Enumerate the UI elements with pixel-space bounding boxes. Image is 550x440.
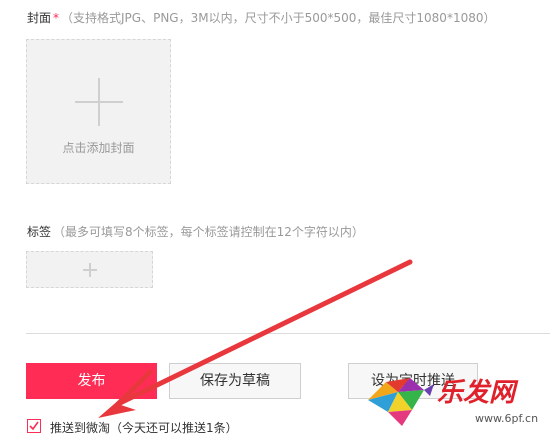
cover-upload-box[interactable]: 点击添加封面 (26, 39, 171, 184)
push-to-weitao-checkbox[interactable] (27, 419, 41, 433)
divider (26, 333, 550, 334)
cover-upload-caption: 点击添加封面 (62, 141, 135, 155)
save-draft-button[interactable]: 保存为草稿 (169, 363, 301, 399)
required-mark: * (53, 11, 60, 25)
add-tag-button[interactable] (26, 251, 153, 288)
tags-label-row: 标签 （最多可填写8个标签，每个标签请控制在12个字符以内） (27, 223, 364, 240)
bull-logo-icon (368, 378, 434, 426)
push-to-weitao-label: 推送到微淘（今天还可以推送1条） (50, 421, 238, 435)
plus-icon (83, 263, 97, 277)
tags-label: 标签 (27, 225, 52, 239)
cover-label: 封面 (27, 11, 52, 25)
watermark-logo: 乐发网 www.6pf.cn (358, 366, 546, 438)
watermark-brand: 乐发网 (437, 378, 516, 408)
tags-hint: （最多可填写8个标签，每个标签请控制在12个字符以内） (53, 225, 364, 239)
cover-label-row: 封面 * （支持格式JPG、PNG，3M以内，尺寸不小于500*500，最佳尺寸10… (27, 9, 495, 26)
watermark-site: www.6pf.cn (475, 412, 539, 425)
publish-button[interactable]: 发布 (26, 363, 157, 399)
cover-hint: （支持格式JPG、PNG，3M以内，尺寸不小于500*500，最佳尺寸1080*… (61, 11, 496, 25)
checkmark-icon (29, 421, 39, 431)
plus-icon (75, 78, 123, 126)
